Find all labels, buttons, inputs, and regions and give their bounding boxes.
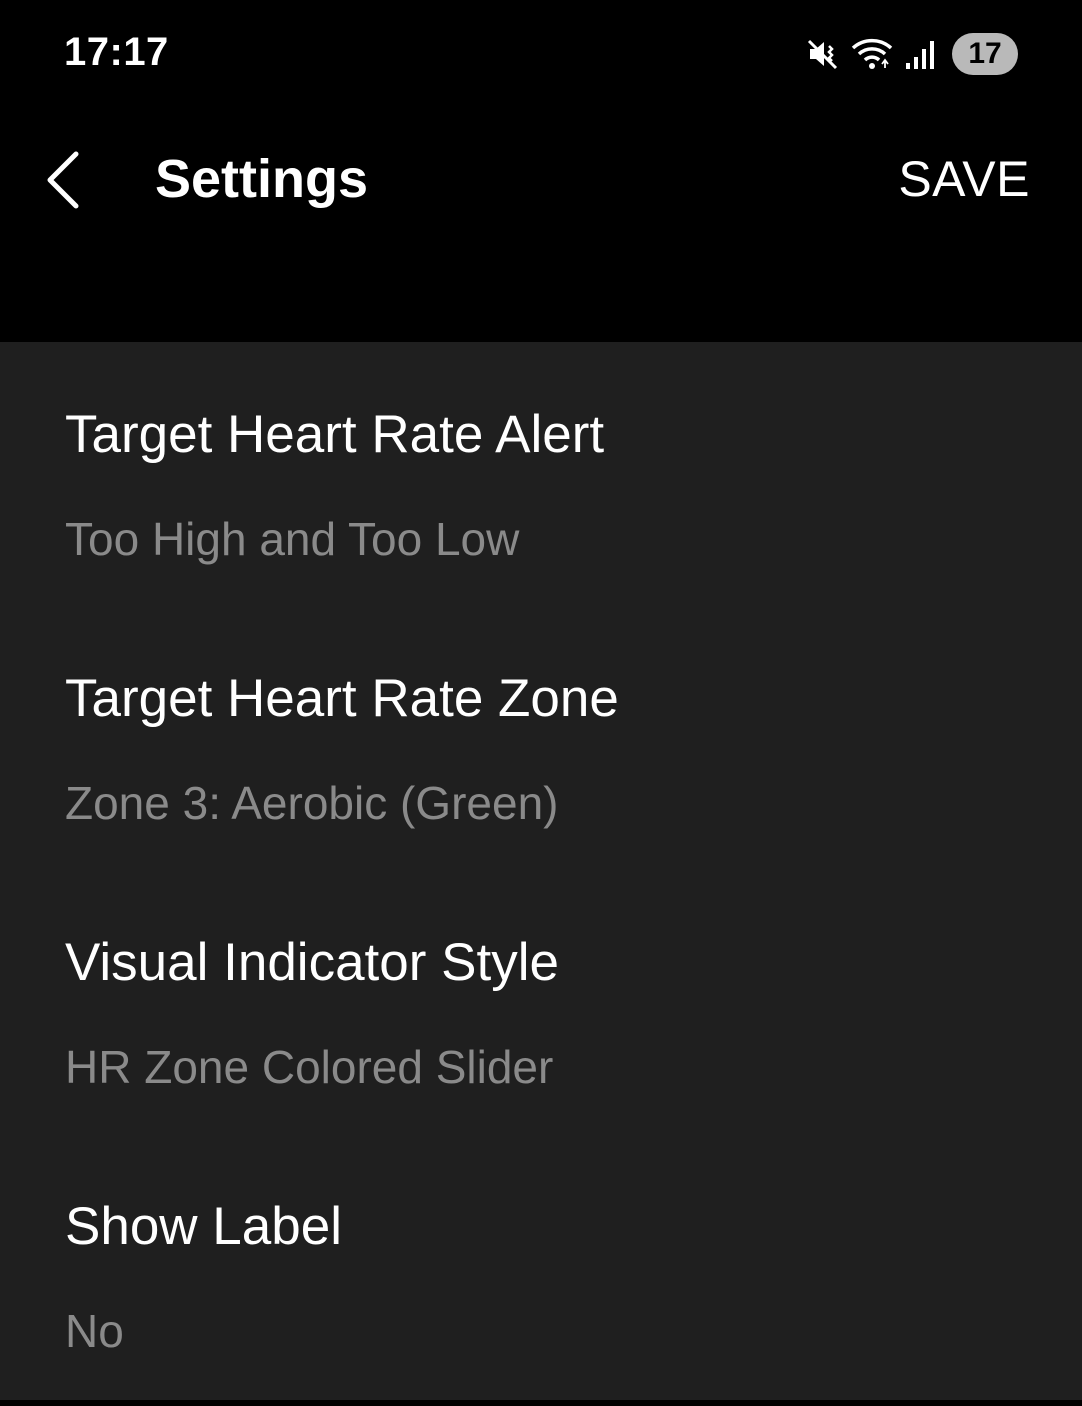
setting-title: Target Heart Rate Alert <box>65 405 605 464</box>
setting-title: Visual Indicator Style <box>65 933 559 992</box>
battery-badge: 17 <box>952 33 1018 75</box>
setting-show-label[interactable]: Show Label No <box>0 1134 1082 1398</box>
save-button[interactable]: SAVE <box>898 150 1030 208</box>
wifi-icon <box>850 36 894 72</box>
status-icons: 17 <box>806 32 1018 76</box>
bottom-edge <box>0 1400 1082 1406</box>
status-time: 17:17 <box>64 30 169 74</box>
setting-value: Too High and Too Low <box>65 513 520 565</box>
page-title: Settings <box>155 149 369 209</box>
setting-value: No <box>65 1305 124 1357</box>
app-bar: Settings SAVE <box>0 110 1082 342</box>
status-bar: 17:17 17 <box>0 0 1082 110</box>
setting-visual-indicator-style[interactable]: Visual Indicator Style HR Zone Colored S… <box>0 870 1082 1134</box>
settings-screen: 17:17 17 Settings SAVE Target Heart Rate… <box>0 0 1082 1406</box>
setting-title: Show Label <box>65 1197 342 1256</box>
setting-target-heart-rate-alert[interactable]: Target Heart Rate Alert Too High and Too… <box>0 342 1082 606</box>
mute-vibrate-icon <box>806 37 840 71</box>
setting-value: Zone 3: Aerobic (Green) <box>65 777 559 829</box>
setting-target-heart-rate-zone[interactable]: Target Heart Rate Zone Zone 3: Aerobic (… <box>0 606 1082 870</box>
settings-list: Target Heart Rate Alert Too High and Too… <box>0 342 1082 1400</box>
chevron-left-icon <box>42 150 82 215</box>
back-button[interactable] <box>30 140 94 224</box>
signal-icon <box>904 37 936 71</box>
setting-title: Target Heart Rate Zone <box>65 669 619 728</box>
setting-value: HR Zone Colored Slider <box>65 1041 554 1093</box>
